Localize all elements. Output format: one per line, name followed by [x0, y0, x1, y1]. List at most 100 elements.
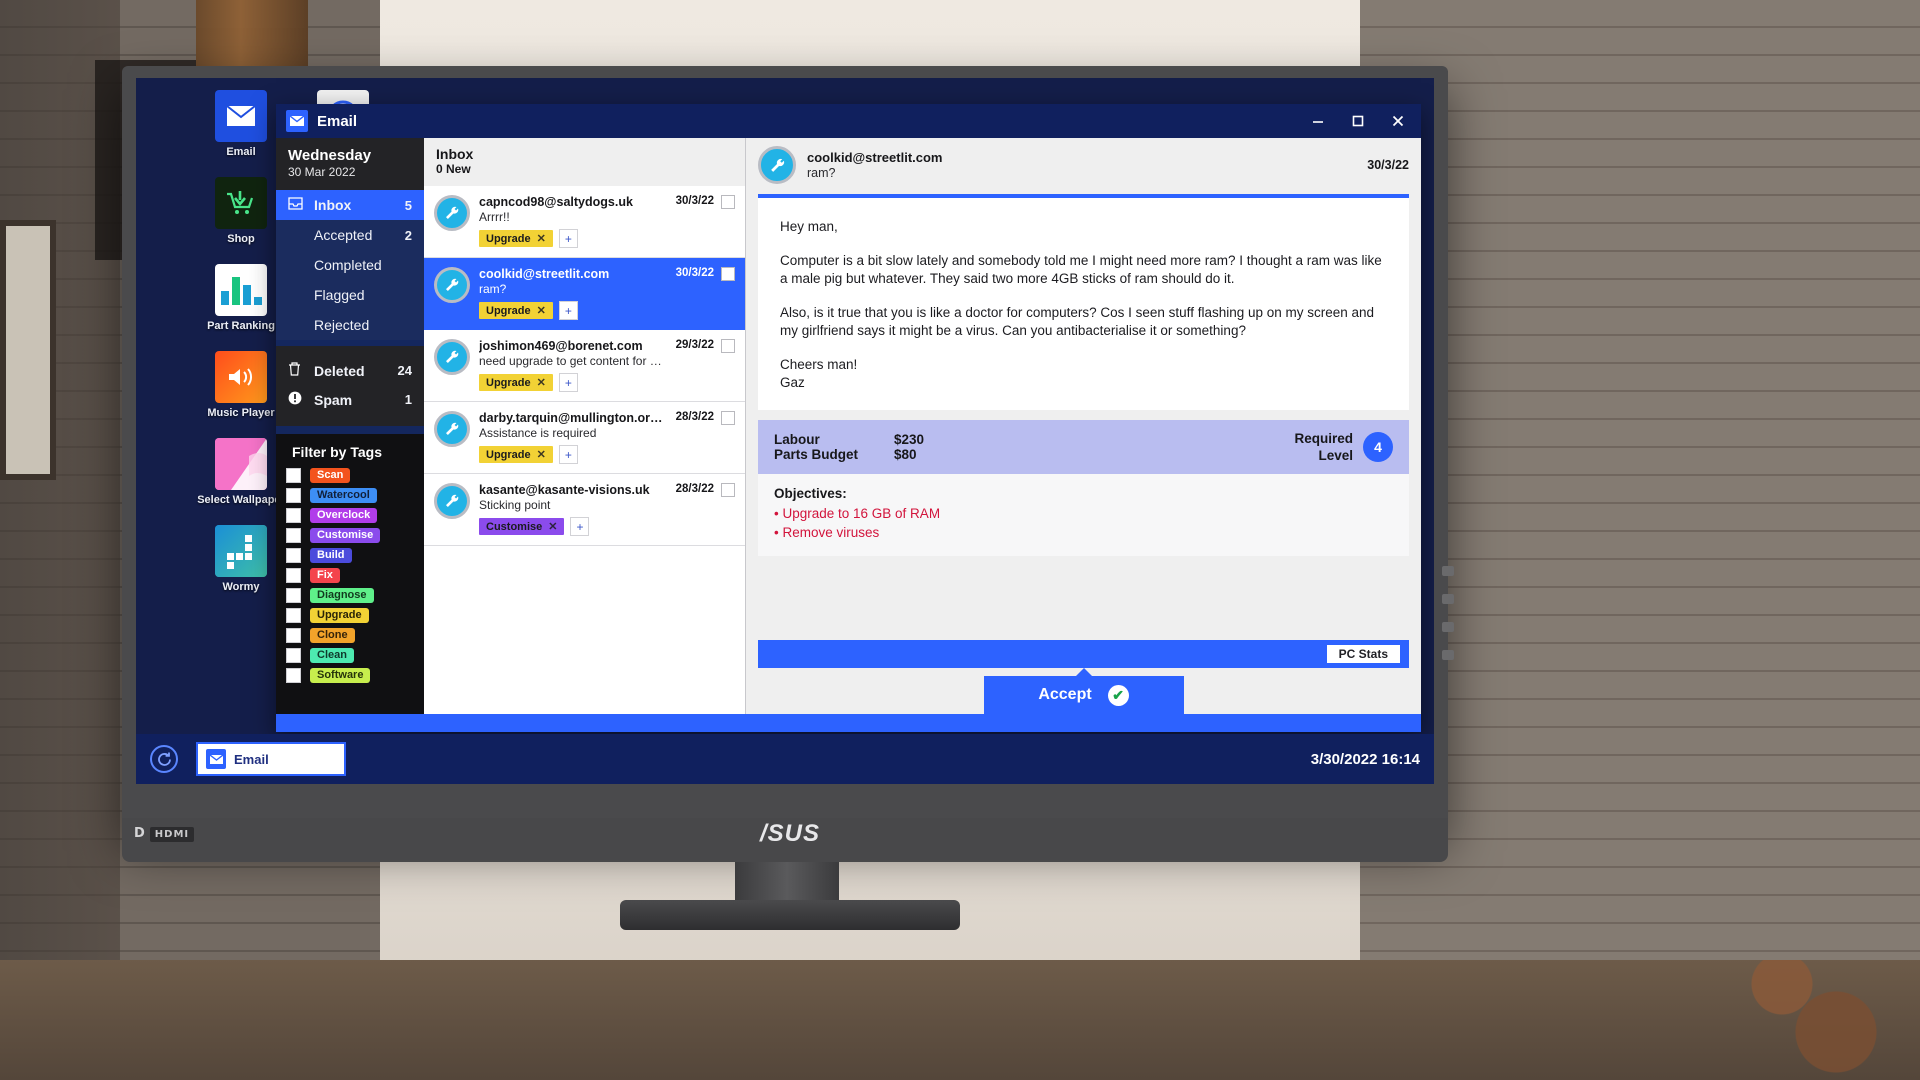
- remove-tag-icon[interactable]: ✕: [537, 232, 546, 245]
- tag-filter-row[interactable]: Clean: [286, 648, 414, 663]
- window-controls[interactable]: [1301, 107, 1415, 135]
- tag-pill[interactable]: Scan: [310, 468, 351, 483]
- tag-pill[interactable]: Diagnose: [310, 588, 374, 603]
- tag-filter-checkbox[interactable]: [286, 508, 301, 523]
- accept-button[interactable]: Accept ✔: [983, 668, 1184, 714]
- email-body-paragraph: Computer is a bit slow lately and somebo…: [780, 253, 1382, 286]
- email-tag[interactable]: Upgrade ✕: [479, 302, 553, 319]
- tag-filter-title: Filter by Tags: [292, 444, 382, 460]
- tag-filter-checkbox[interactable]: [286, 668, 301, 683]
- monitor-button[interactable]: [1442, 566, 1454, 576]
- close-icon[interactable]: [1381, 107, 1415, 135]
- tag-filter-checkbox[interactable]: [286, 528, 301, 543]
- add-tag-button[interactable]: +: [558, 229, 578, 248]
- date-day: Wednesday: [288, 147, 372, 164]
- email-list-item[interactable]: darby.tarquin@mullington.or… 28/3/22 Assis…: [424, 402, 745, 474]
- email-list-item[interactable]: coolkid@streetlit.com 30/3/22 ram? Upgrade ✕…: [424, 258, 745, 330]
- avatar: [434, 483, 470, 519]
- email-item-top: kasante@kasante-visions.uk 28/3/22: [479, 483, 735, 497]
- tag-filter-row[interactable]: Customise: [286, 528, 414, 543]
- tag-filter-checkbox[interactable]: [286, 548, 301, 563]
- tag-pill[interactable]: Build: [310, 548, 352, 563]
- email-list-item[interactable]: joshimon469@borenet.com 29/3/22 need upgra…: [424, 330, 745, 402]
- tag-filter-panel: Filter by Tags Scan Watercool Overclock Cus…: [276, 434, 424, 714]
- monitor-button[interactable]: [1442, 594, 1454, 604]
- tag-filter-checkbox[interactable]: [286, 588, 301, 603]
- picture-frame: [0, 220, 56, 480]
- tag-pill[interactable]: Clean: [310, 648, 354, 663]
- window-title: Email: [317, 112, 358, 130]
- email-select-checkbox[interactable]: [721, 411, 735, 425]
- sidebar-item-flagged[interactable]: Flagged: [276, 280, 424, 310]
- desktop[interactable]: Email Shop Part Ranking Music Player Sel…: [136, 78, 1434, 784]
- email-sender: capncod98@saltydogs.uk: [479, 195, 633, 209]
- add-tag-button[interactable]: +: [558, 373, 578, 392]
- taskbar-item-email[interactable]: Email: [196, 742, 346, 776]
- tag-pill[interactable]: Clone: [310, 628, 355, 643]
- tag-pill[interactable]: Overclock: [310, 508, 378, 523]
- tag-filter-row[interactable]: Software: [286, 668, 414, 683]
- email-select-checkbox[interactable]: [721, 483, 735, 497]
- tag-filter-row[interactable]: Overclock: [286, 508, 414, 523]
- remove-tag-icon[interactable]: ✕: [548, 520, 557, 533]
- pc-stats-button[interactable]: PC Stats: [1325, 644, 1401, 664]
- sidebar-item-accepted[interactable]: Accepted 2: [276, 220, 424, 250]
- monitor-side-buttons[interactable]: [1442, 566, 1454, 678]
- accept-button-label: Accept: [1038, 686, 1092, 703]
- email-select-checkbox[interactable]: [721, 267, 735, 281]
- tag-filter-checkbox[interactable]: [286, 568, 301, 583]
- email-select-checkbox[interactable]: [721, 339, 735, 353]
- tag-filter-checkbox[interactable]: [286, 488, 301, 503]
- email-subject: need upgrade to get content for …: [479, 354, 662, 368]
- tag-pill[interactable]: Software: [310, 668, 371, 683]
- tag-pill[interactable]: Customise: [310, 528, 381, 543]
- tag-filter-row[interactable]: Watercool: [286, 488, 414, 503]
- add-tag-button[interactable]: +: [558, 445, 578, 464]
- email-sender: coolkid@streetlit.com: [479, 267, 610, 281]
- remove-tag-icon[interactable]: ✕: [537, 448, 546, 461]
- tag-filter-checkbox[interactable]: [286, 468, 301, 483]
- email-tag[interactable]: Upgrade ✕: [479, 230, 553, 247]
- sidebar-item-inbox[interactable]: Inbox 5: [276, 190, 424, 220]
- tag-pill[interactable]: Fix: [310, 568, 340, 583]
- minimize-icon[interactable]: [1301, 107, 1335, 135]
- sidebar-item-spam[interactable]: Spam 1: [276, 385, 424, 414]
- check-icon: ✔: [1107, 684, 1129, 706]
- alert-icon: [288, 391, 308, 408]
- tag-filter-checkbox[interactable]: [286, 608, 301, 623]
- sidebar-item-deleted[interactable]: Deleted 24: [276, 356, 424, 385]
- maximize-icon[interactable]: [1341, 107, 1375, 135]
- list-unread-count: 0 New: [436, 162, 471, 176]
- sidebar-item-completed[interactable]: Completed: [276, 250, 424, 280]
- hdmi-badge: HDMI: [149, 827, 195, 842]
- email-window[interactable]: Email Wednesday 30 Mar 2022 Inbox 5 Acce…: [276, 104, 1421, 732]
- tag-filter-checkbox[interactable]: [286, 628, 301, 643]
- email-tag[interactable]: Upgrade ✕: [479, 446, 553, 463]
- tag-filter-row[interactable]: Build: [286, 548, 414, 563]
- email-tag[interactable]: Upgrade ✕: [479, 374, 553, 391]
- refresh-icon[interactable]: [150, 745, 178, 773]
- email-sender: kasante@kasante-visions.uk: [479, 483, 650, 497]
- tag-filter-row[interactable]: Scan: [286, 468, 414, 483]
- tag-pill[interactable]: Watercool: [310, 488, 377, 503]
- email-tag[interactable]: Customise ✕: [479, 518, 565, 535]
- sidebar-item-rejected[interactable]: Rejected: [276, 310, 424, 340]
- tag-filter-row[interactable]: Diagnose: [286, 588, 414, 603]
- email-select-checkbox[interactable]: [721, 195, 735, 209]
- add-tag-button[interactable]: +: [570, 517, 590, 536]
- add-tag-button[interactable]: +: [558, 301, 578, 320]
- remove-tag-icon[interactable]: ✕: [537, 304, 546, 317]
- tag-filter-checkbox[interactable]: [286, 648, 301, 663]
- email-list-item[interactable]: capncod98@saltydogs.uk 30/3/22 Arrrr!! Upgr…: [424, 186, 745, 258]
- window-titlebar[interactable]: Email: [276, 104, 1421, 138]
- monitor-button[interactable]: [1442, 650, 1454, 660]
- tag-filter-row[interactable]: Clone: [286, 628, 414, 643]
- tag-pill[interactable]: Upgrade: [310, 608, 369, 623]
- tag-filter-row[interactable]: Fix: [286, 568, 414, 583]
- tag-filter-row[interactable]: Upgrade: [286, 608, 414, 623]
- sidebar-item-label: Rejected: [314, 317, 370, 333]
- monitor-button[interactable]: [1442, 622, 1454, 632]
- remove-tag-icon[interactable]: ✕: [537, 376, 546, 389]
- email-list-item[interactable]: kasante@kasante-visions.uk 28/3/22 Stickin…: [424, 474, 745, 546]
- email-tag-label: Upgrade: [486, 376, 531, 389]
